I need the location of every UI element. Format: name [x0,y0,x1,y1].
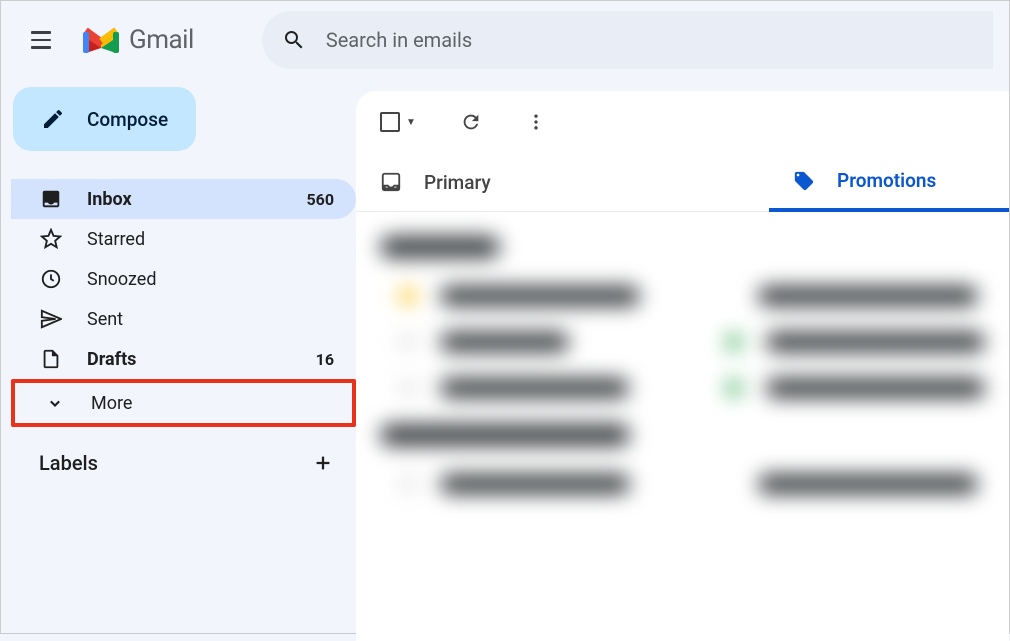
inbox-tab-icon [380,171,402,193]
chevron-down-icon [43,391,67,415]
nav-label: Sent [87,309,334,330]
nav-count: 16 [316,350,334,369]
pencil-icon [41,107,65,131]
sidebar-item-drafts[interactable]: Drafts 16 [11,339,356,379]
compose-label: Compose [87,108,168,131]
send-icon [39,307,63,331]
file-icon [39,347,63,371]
nav-label: Starred [87,229,334,250]
nav-count: 560 [306,190,334,209]
email-list-blurred [356,212,1009,544]
sidebar-item-starred[interactable]: Starred [11,219,356,259]
tag-icon [793,170,815,192]
sidebar: Compose Inbox 560 Starred Snooz [1,79,356,641]
search-input[interactable] [326,28,973,52]
dropdown-arrow-icon: ▼ [406,117,416,128]
checkbox-icon [380,112,400,132]
tab-label: Promotions [837,169,936,192]
tab-primary[interactable]: Primary [356,153,596,211]
labels-title: Labels [39,451,312,475]
gmail-logo[interactable]: Gmail [83,25,194,55]
more-vert-icon[interactable] [526,112,546,132]
nav-label: Inbox [87,189,306,210]
inbox-icon [39,187,63,211]
toolbar: ▼ [356,91,1009,153]
sidebar-item-inbox[interactable]: Inbox 560 [11,179,356,219]
refresh-icon[interactable] [460,111,482,133]
sidebar-item-snoozed[interactable]: Snoozed [11,259,356,299]
nav-label: Drafts [87,349,316,370]
nav-label: More [91,393,330,414]
search-icon [282,28,306,52]
sidebar-item-sent[interactable]: Sent [11,299,356,339]
menu-button[interactable] [17,16,65,64]
select-all-checkbox[interactable]: ▼ [380,112,416,132]
clock-icon [39,267,63,291]
plus-icon[interactable] [312,452,334,474]
main-panel: ▼ Primary Promotions [356,91,1009,641]
app-name: Gmail [129,25,194,55]
gmail-m-icon [83,26,119,54]
tab-label: Primary [424,171,491,194]
category-tabs: Primary Promotions [356,153,1009,212]
sidebar-item-more[interactable]: More [11,379,356,427]
compose-button[interactable]: Compose [13,87,196,151]
search-box[interactable] [262,11,993,69]
hamburger-icon [31,31,51,49]
star-icon [39,227,63,251]
tab-promotions[interactable]: Promotions [769,153,1009,212]
nav-label: Snoozed [87,269,334,290]
labels-header: Labels [11,427,356,483]
